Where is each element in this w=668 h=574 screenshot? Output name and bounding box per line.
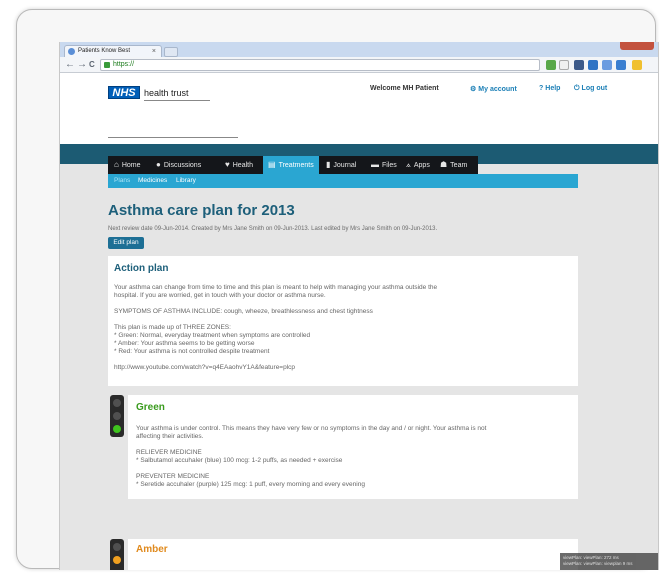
action-plan-title: Action plan (114, 263, 169, 274)
action-plan-text: hospital. If you are worried, get in tou… (114, 292, 326, 299)
action-plan-card: Action plan Your asthma can change from … (108, 256, 578, 386)
zone-red-text: * Red: Your asthma is not controlled des… (114, 348, 270, 355)
nav-treatments[interactable]: ▤ Treatments (263, 156, 319, 174)
nav-health[interactable]: ♥ Health (225, 156, 253, 174)
lock-icon (104, 62, 110, 68)
nav-apps[interactable]: ⟑ Apps (406, 156, 430, 174)
amber-zone-card: Amber (128, 539, 578, 570)
nav-discussions[interactable]: ● Discussions (156, 156, 201, 174)
sub-nav: Plans Medicines Library (108, 174, 578, 188)
header-divider (108, 137, 238, 138)
subnav-medicines[interactable]: Medicines (138, 174, 167, 188)
browser-window: Patients Know Best × ← → C https:// NHS … (59, 42, 659, 570)
nhs-logo[interactable]: NHS (108, 86, 140, 99)
green-zone-title: Green (136, 402, 165, 413)
device-frame: Patients Know Best × ← → C https:// NHS … (16, 9, 659, 570)
help-icon: ? (539, 85, 544, 92)
green-zone-text: affecting their activities. (136, 433, 204, 440)
tab-close-icon[interactable]: × (152, 46, 156, 57)
main-nav: ⌂ Home ● Discussions ♥ Health ▤ Treatments ▮… (108, 156, 478, 174)
folder-icon: ▬ (371, 160, 379, 169)
nav-team[interactable]: ☗ Team (440, 156, 467, 174)
welcome-text: Welcome MH Patient (370, 85, 439, 92)
tab-title: Patients Know Best (78, 48, 131, 54)
debug-timing-bar: viewPlan: viewPlan: 272 ms viewPlan: vie… (560, 553, 658, 570)
speech-bubble-icon: ● (156, 160, 161, 169)
site-header: NHS health trust Welcome MH Patient ⚙ My … (60, 73, 658, 144)
heart-icon: ♥ (225, 160, 230, 169)
traffic-light-icon (110, 395, 124, 437)
nav-files[interactable]: ▬ Files (371, 156, 397, 174)
translate-icon[interactable] (616, 60, 626, 70)
chat-icon[interactable] (574, 60, 584, 70)
green-zone-card: Green Your asthma is under control. This… (128, 395, 578, 499)
reload-icon[interactable]: C (89, 59, 95, 71)
browser-toolbar: ← → C https:// (60, 57, 658, 73)
my-account-link[interactable]: ⚙ My account (470, 85, 517, 93)
bookmark-icon[interactable] (602, 60, 612, 70)
traffic-light-icon (110, 539, 124, 570)
gear-icon: ⚙ (470, 86, 477, 93)
web-page: NHS health trust Welcome MH Patient ⚙ My … (60, 73, 658, 570)
trust-name: health trust (144, 87, 210, 101)
log-out-link[interactable]: ⏻ Log out (574, 85, 607, 93)
zone-green-text: * Green: Normal, everyday treatment when… (114, 332, 311, 339)
url-text: https:// (113, 61, 135, 68)
review-info: Next review date 09-Jun-2014. Created by… (108, 226, 438, 232)
extension-icon[interactable] (546, 60, 556, 70)
window-close-button[interactable] (620, 42, 654, 50)
reliever-heading: RELIEVER MEDICINE (136, 449, 202, 456)
browser-tab[interactable]: Patients Know Best × (64, 45, 162, 57)
home-icon: ⌂ (114, 160, 119, 169)
amber-zone-title: Amber (136, 544, 168, 555)
back-arrow-icon[interactable]: ← (65, 59, 75, 71)
zone-amber-text: * Amber: Your asthma seems to be getting… (114, 340, 255, 347)
favicon-icon (68, 48, 75, 55)
clipboard-icon: ▤ (268, 160, 276, 169)
menu-icon[interactable] (632, 60, 642, 70)
help-link[interactable]: ? Help (539, 85, 560, 92)
green-zone-text: Your asthma is under control. This means… (136, 425, 487, 432)
mail-icon[interactable] (588, 60, 598, 70)
star-icon[interactable] (559, 60, 569, 70)
new-tab-button[interactable] (164, 47, 178, 57)
zones-intro: This plan is made up of THREE ZONES: (114, 324, 231, 331)
action-plan-text: Your asthma can change from time to time… (114, 284, 438, 291)
team-icon: ☗ (440, 160, 448, 169)
forward-arrow-icon[interactable]: → (77, 59, 87, 71)
journal-icon: ▮ (326, 160, 331, 169)
preventer-heading: PREVENTER MEDICINE (136, 473, 210, 480)
tab-strip: Patients Know Best × (60, 42, 658, 57)
nav-home[interactable]: ⌂ Home (114, 156, 141, 174)
subnav-plans[interactable]: Plans (114, 174, 130, 188)
nav-journal[interactable]: ▮ Journal (326, 156, 356, 174)
edit-plan-button[interactable]: Edit plan (108, 237, 144, 249)
page-title: Asthma care plan for 2013 (108, 202, 295, 219)
address-bar[interactable]: https:// (100, 59, 540, 71)
power-icon: ⏻ (574, 85, 580, 92)
video-link[interactable]: http://www.youtube.com/watch?v=q4EAaohvY… (114, 364, 295, 372)
preventer-medicine: * Seretide accuhaler (purple) 125 mcg: 1… (136, 481, 365, 488)
reliever-medicine: * Salbutamol accuhaler (blue) 100 mcg: 1… (136, 457, 343, 464)
symptoms-text: SYMPTOMS OF ASTHMA INCLUDE: cough, wheez… (114, 308, 373, 315)
apps-icon: ⟑ (406, 160, 411, 169)
subnav-library[interactable]: Library (176, 174, 196, 188)
